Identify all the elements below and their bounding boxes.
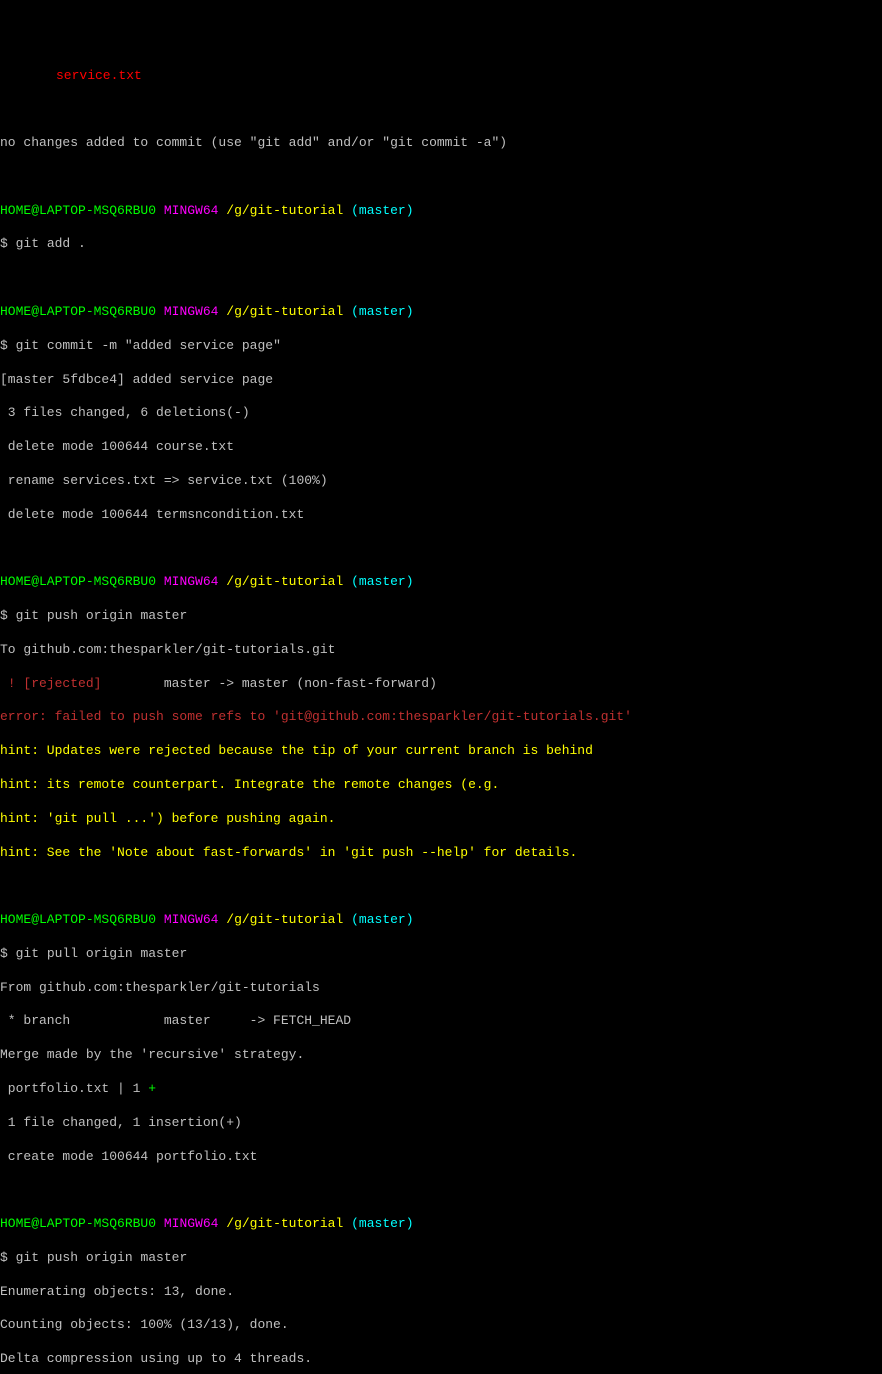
prompt-branch: (master) [351,304,413,319]
prompt-shell: MINGW64 [164,574,219,589]
prompt-line: HOME@LAPTOP-MSQ6RBU0 MINGW64 /g/git-tuto… [0,1216,882,1233]
error-line: error: failed to push some refs to 'git@… [0,709,882,726]
prompt-user: HOME@LAPTOP-MSQ6RBU0 [0,574,156,589]
output-line: delete mode 100644 termsncondition.txt [0,507,882,524]
prompt-branch: (master) [351,574,413,589]
output-line: delete mode 100644 course.txt [0,439,882,456]
prompt-user: HOME@LAPTOP-MSQ6RBU0 [0,203,156,218]
plus-icon: + [148,1081,156,1096]
prompt-path: /g/git-tutorial [226,1216,343,1231]
output-line: Merge made by the 'recursive' strategy. [0,1047,882,1064]
output-line: To github.com:thesparkler/git-tutorials.… [0,642,882,659]
command-line[interactable]: $ git add . [0,236,882,253]
output-line: From github.com:thesparkler/git-tutorial… [0,980,882,997]
command-line[interactable]: $ git commit -m "added service page" [0,338,882,355]
output-line: portfolio.txt | 1 + [0,1081,882,1098]
rejected-rest: master -> master (non-fast-forward) [101,676,436,691]
prompt-shell: MINGW64 [164,912,219,927]
prompt-path: /g/git-tutorial [226,203,343,218]
cmd-git-commit: git commit -m "added service page" [16,338,281,353]
prompt-path: /g/git-tutorial [226,912,343,927]
prompt-branch: (master) [351,1216,413,1231]
rejected-line: ! [rejected] master -> master (non-fast-… [0,676,882,693]
output-line: 3 files changed, 6 deletions(-) [0,405,882,422]
cmd-git-add: git add . [16,236,86,251]
output-line: rename services.txt => service.txt (100%… [0,473,882,490]
output-line: 1 file changed, 1 insertion(+) [0,1115,882,1132]
cmd-git-push: git push origin master [16,608,188,623]
hint-line: hint: its remote counterpart. Integrate … [0,777,882,794]
prompt-shell: MINGW64 [164,304,219,319]
command-line[interactable]: $ git pull origin master [0,946,882,963]
blank-line [0,541,882,558]
prompt-line: HOME@LAPTOP-MSQ6RBU0 MINGW64 /g/git-tuto… [0,574,882,591]
prompt-path: /g/git-tutorial [226,574,343,589]
prompt-user: HOME@LAPTOP-MSQ6RBU0 [0,304,156,319]
output-line: Delta compression using up to 4 threads. [0,1351,882,1368]
prompt-line: HOME@LAPTOP-MSQ6RBU0 MINGW64 /g/git-tuto… [0,304,882,321]
modified-file: service.txt [0,68,882,85]
output-line: [master 5fdbce4] added service page [0,372,882,389]
cmd-git-pull: git pull origin master [16,946,188,961]
prompt-shell: MINGW64 [164,1216,219,1231]
output-line: create mode 100644 portfolio.txt [0,1149,882,1166]
blank-line [0,878,882,895]
hint-line: hint: 'git pull ...') before pushing aga… [0,811,882,828]
output-line: Enumerating objects: 13, done. [0,1284,882,1301]
prompt-line: HOME@LAPTOP-MSQ6RBU0 MINGW64 /g/git-tuto… [0,203,882,220]
cmd-git-push: git push origin master [16,1250,188,1265]
blank-line [0,270,882,287]
blank-line [0,169,882,186]
command-line[interactable]: $ git push origin master [0,608,882,625]
command-line[interactable]: $ git push origin master [0,1250,882,1267]
prompt-branch: (master) [351,203,413,218]
rejected-bang: ! [rejected] [0,676,101,691]
blank-line [0,101,882,118]
output-line: * branch master -> FETCH_HEAD [0,1013,882,1030]
hint-line: hint: Updates were rejected because the … [0,743,882,760]
hint-line: hint: See the 'Note about fast-forwards'… [0,845,882,862]
prompt-branch: (master) [351,912,413,927]
output-line: Counting objects: 100% (13/13), done. [0,1317,882,1334]
prompt-line: HOME@LAPTOP-MSQ6RBU0 MINGW64 /g/git-tuto… [0,912,882,929]
prompt-shell: MINGW64 [164,203,219,218]
prompt-user: HOME@LAPTOP-MSQ6RBU0 [0,1216,156,1231]
prompt-user: HOME@LAPTOP-MSQ6RBU0 [0,912,156,927]
blank-line [0,1182,882,1199]
prompt-path: /g/git-tutorial [226,304,343,319]
no-changes-msg: no changes added to commit (use "git add… [0,135,882,152]
